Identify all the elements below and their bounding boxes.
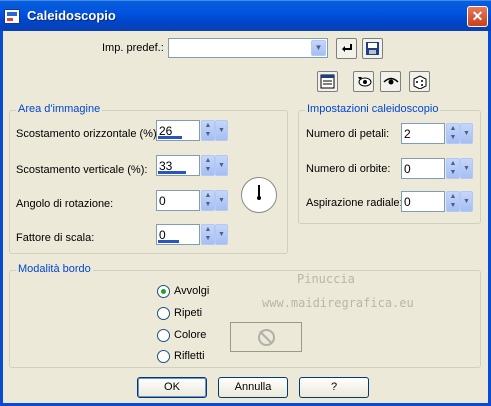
watermark-url: www.maidiregrafica.eu xyxy=(262,296,414,310)
spin-updown-icon[interactable]: ▲ ▼ xyxy=(446,158,460,179)
radio-colore-label[interactable]: Colore xyxy=(174,329,206,341)
rotation-dial[interactable] xyxy=(241,177,277,213)
kaleidoscope-settings-group-title: Impostazioni caleidoscopio xyxy=(305,103,441,115)
orbits-spinner[interactable]: ▲ ▼ ▼ xyxy=(446,158,473,179)
cancel-button[interactable]: Annulla xyxy=(218,377,288,398)
save-preset-icon xyxy=(366,42,379,55)
preset-combo[interactable]: ▼ xyxy=(168,38,328,58)
randomize-button[interactable] xyxy=(409,71,430,92)
image-area-group-title: Area d'immagine xyxy=(16,103,103,115)
load-preset-button[interactable] xyxy=(336,38,357,59)
title-bar[interactable]: Caleidoscopio ✕ xyxy=(0,0,491,31)
spin-updown-icon[interactable]: ▲ ▼ xyxy=(446,191,460,212)
horizontal-offset-spinner[interactable]: ▲ ▼ ▼ xyxy=(201,120,228,141)
vertical-offset-label: Scostamento verticale (%): xyxy=(16,164,148,176)
no-color-icon xyxy=(258,329,275,346)
save-preset-button[interactable] xyxy=(362,38,383,59)
border-mode-group-title: Modalità bordo xyxy=(16,263,93,275)
watermark-name: Pinuccia xyxy=(297,272,355,286)
vertical-offset-level xyxy=(158,171,186,174)
radio-avvolgi[interactable] xyxy=(157,285,170,298)
preset-label: Imp. predef.: xyxy=(102,42,164,54)
radio-avvolgi-label[interactable]: Avvolgi xyxy=(174,285,209,297)
app-icon xyxy=(4,9,20,24)
horizontal-offset-label: Scostamento orizzontale (%): xyxy=(16,128,160,140)
preview-toggle-button[interactable] xyxy=(317,71,338,92)
chevron-down-icon[interactable]: ▼ xyxy=(460,158,473,179)
radial-suction-label: Aspirazione radiale: xyxy=(306,197,403,209)
orbits-input[interactable]: 0 xyxy=(401,158,445,179)
scale-factor-spinner[interactable]: ▲ ▼ ▼ xyxy=(201,224,228,245)
vertical-offset-spinner[interactable]: ▲ ▼ ▼ xyxy=(201,155,228,176)
window-frame-left xyxy=(0,31,3,406)
rotation-angle-label: Angolo di rotazione: xyxy=(16,198,114,210)
horizontal-offset-level xyxy=(158,136,183,139)
radio-rifletti[interactable] xyxy=(157,350,170,363)
border-mode-group: Modalità bordo xyxy=(9,263,481,368)
chevron-down-icon[interactable]: ▼ xyxy=(311,40,326,56)
chevron-down-icon[interactable]: ▼ xyxy=(215,224,228,245)
horizontal-offset-input[interactable]: 26 xyxy=(156,120,200,141)
radio-ripeti[interactable] xyxy=(157,307,170,320)
rotation-angle-spinner[interactable]: ▲ ▼ ▼ xyxy=(201,190,228,211)
orbits-label: Numero di orbite: xyxy=(306,163,391,175)
spin-updown-icon[interactable]: ▲ ▼ xyxy=(201,190,215,211)
spin-updown-icon[interactable]: ▲ ▼ xyxy=(446,123,460,144)
chevron-down-icon[interactable]: ▼ xyxy=(215,120,228,141)
randomize-icon xyxy=(413,75,427,90)
petals-label: Numero di petali: xyxy=(306,128,390,140)
radio-colore[interactable] xyxy=(157,329,170,342)
orbits-value: 0 xyxy=(404,162,411,176)
preview-toggle-icon xyxy=(320,74,335,89)
scale-factor-input[interactable]: 0 xyxy=(156,224,200,245)
show-original-icon xyxy=(357,77,371,87)
chevron-down-icon[interactable]: ▼ xyxy=(215,190,228,211)
close-button[interactable]: ✕ xyxy=(467,6,488,27)
border-color-swatch[interactable] xyxy=(230,322,302,352)
show-preview-icon xyxy=(382,77,399,85)
petals-value: 2 xyxy=(404,127,411,141)
rotation-dial-center xyxy=(257,196,261,200)
spin-updown-icon[interactable]: ▲ ▼ xyxy=(201,224,215,245)
radial-suction-value: 0 xyxy=(404,195,411,209)
show-original-button[interactable] xyxy=(353,71,374,92)
scale-factor-level xyxy=(158,240,179,243)
rotation-angle-value: 0 xyxy=(159,194,166,208)
close-icon: ✕ xyxy=(471,8,484,24)
chevron-down-icon[interactable]: ▼ xyxy=(460,191,473,212)
radial-suction-input[interactable]: 0 xyxy=(401,191,445,212)
radio-rifletti-label[interactable]: Rifletti xyxy=(174,350,205,362)
show-preview-button[interactable] xyxy=(380,71,401,92)
vertical-offset-input[interactable]: 33 xyxy=(156,155,200,176)
radial-suction-spinner[interactable]: ▲ ▼ ▼ xyxy=(446,191,473,212)
spin-updown-icon[interactable]: ▲ ▼ xyxy=(201,120,215,141)
chevron-down-icon[interactable]: ▼ xyxy=(460,123,473,144)
load-preset-icon xyxy=(342,44,352,52)
spin-updown-icon[interactable]: ▲ ▼ xyxy=(201,155,215,176)
ok-button[interactable]: OK xyxy=(137,377,207,398)
rotation-angle-input[interactable]: 0 xyxy=(156,190,200,211)
petals-input[interactable]: 2 xyxy=(401,123,445,144)
chevron-down-icon[interactable]: ▼ xyxy=(215,155,228,176)
help-button[interactable]: ? xyxy=(299,377,369,398)
radio-ripeti-label[interactable]: Ripeti xyxy=(174,307,202,319)
scale-factor-label: Fattore di scala: xyxy=(16,232,95,244)
petals-spinner[interactable]: ▲ ▼ ▼ xyxy=(446,123,473,144)
window-title: Caleidoscopio xyxy=(27,8,116,23)
